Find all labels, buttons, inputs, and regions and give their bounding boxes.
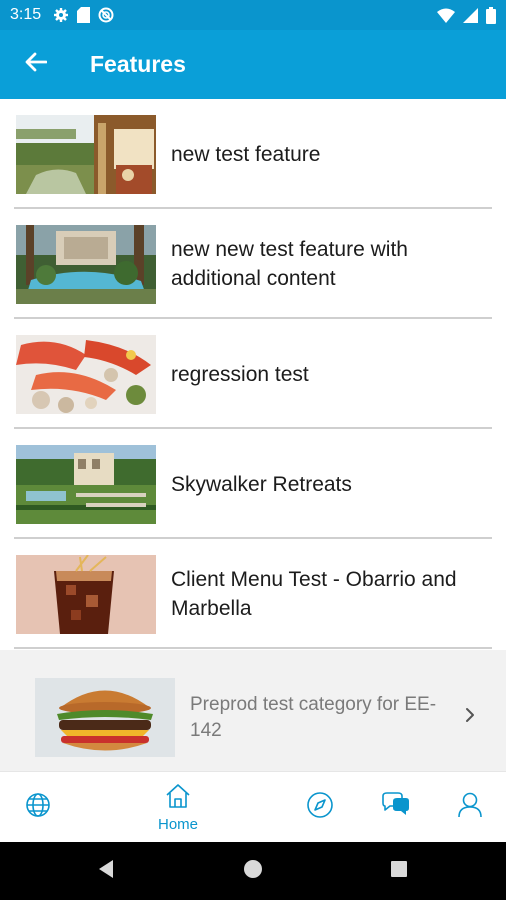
- nav-label-home: Home: [157, 815, 198, 833]
- home-circle-icon: [243, 859, 263, 884]
- signal-icon: [463, 7, 478, 23]
- feature-title: Client Menu Test - Obarrio and Marbella: [171, 568, 457, 620]
- feature-list: new test feature new new test feature wi…: [0, 99, 506, 649]
- home-icon: [164, 783, 192, 814]
- feature-title: regression test: [171, 362, 309, 386]
- compass-icon: [306, 791, 334, 824]
- recents-square-icon: [390, 860, 408, 883]
- list-item[interactable]: new new test feature with additional con…: [0, 209, 506, 319]
- app-bar: Features: [0, 30, 506, 99]
- nav-compass[interactable]: [292, 772, 348, 843]
- gear-icon: [53, 7, 69, 23]
- resort-pool-image: [16, 224, 156, 304]
- list-item[interactable]: Skywalker Retreats: [0, 429, 506, 539]
- seafood-platter-image: [16, 334, 156, 414]
- bottom-nav: Home: [0, 771, 506, 842]
- arrow-left-icon: [25, 52, 48, 77]
- list-item[interactable]: Client Menu Test - Obarrio and Marbella: [0, 539, 506, 649]
- sim-card-icon: [77, 7, 91, 23]
- system-recents-button[interactable]: [369, 842, 429, 900]
- back-button[interactable]: [0, 30, 72, 99]
- battery-icon: [486, 6, 496, 24]
- no-disturb-icon: [98, 7, 114, 23]
- wifi-icon: [437, 8, 455, 23]
- system-home-button[interactable]: [223, 842, 283, 900]
- feature-title: new test feature: [171, 142, 321, 166]
- villa-garden-image: [16, 444, 156, 524]
- back-triangle-icon: [97, 859, 115, 884]
- system-back-button[interactable]: [76, 842, 136, 900]
- nav-profile[interactable]: [442, 772, 498, 843]
- resort-terrace-image: [16, 114, 156, 194]
- feature-title: Skywalker Retreats: [171, 472, 352, 496]
- list-item[interactable]: new test feature: [0, 99, 506, 209]
- chevron-right-icon: [465, 707, 475, 728]
- nav-globe[interactable]: [12, 772, 64, 843]
- chat-icon: [381, 792, 411, 823]
- status-bar: 3:15: [0, 0, 506, 30]
- feature-title: new new test feature with additional con…: [171, 238, 408, 290]
- status-time: 3:15: [10, 6, 42, 23]
- nav-chat[interactable]: [366, 772, 426, 843]
- globe-icon: [24, 791, 52, 824]
- system-nav-bar: [0, 842, 506, 900]
- category-row[interactable]: Preprod test category for EE-142: [0, 650, 506, 771]
- nav-home[interactable]: Home: [148, 772, 208, 843]
- list-item[interactable]: regression test: [0, 319, 506, 429]
- cola-glass-image: [16, 554, 156, 634]
- page-title: Features: [90, 51, 186, 77]
- user-icon: [457, 791, 483, 824]
- burger-image: [35, 678, 175, 757]
- category-title: Preprod test category for EE-142: [190, 693, 437, 741]
